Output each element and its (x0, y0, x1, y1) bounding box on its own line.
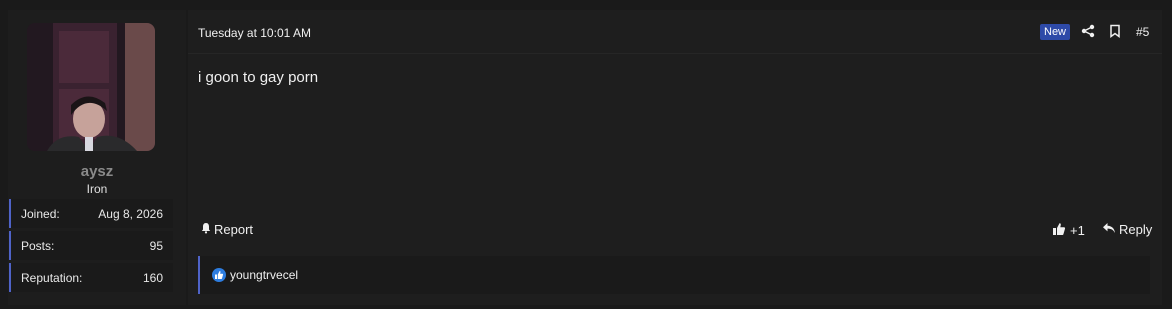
reply-label: Reply (1119, 222, 1153, 237)
username[interactable]: aysz (8, 163, 186, 180)
like-count: +1 (1070, 223, 1085, 238)
stat-label: Joined: (21, 207, 60, 221)
stat-value: 160 (142, 271, 163, 285)
avatar-image (27, 23, 155, 151)
thumbs-up-icon (1052, 222, 1066, 239)
report-label: Report (214, 222, 254, 237)
bell-icon (200, 222, 212, 237)
user-title: Iron (86, 182, 108, 196)
bookmark-icon[interactable] (1108, 24, 1124, 40)
post-header: Tuesday at 10:01 AM New #5 (188, 10, 1162, 54)
post-timestamp[interactable]: Tuesday at 10:01 AM (198, 26, 311, 40)
share-icon[interactable] (1081, 24, 1097, 40)
stat-joined: Joined: Aug 8, 2026 (9, 199, 173, 228)
report-button[interactable]: Report (200, 222, 253, 237)
post: aysz Iron Joined: Aug 8, 2026 Posts: 95 … (0, 0, 1172, 309)
reaction-user[interactable]: youngtrvecel (230, 268, 298, 282)
user-info-panel: aysz Iron Joined: Aug 8, 2026 Posts: 95 … (8, 10, 186, 305)
like-reaction-icon (212, 268, 226, 282)
stat-posts: Posts: 95 (9, 231, 173, 260)
reactions-bar[interactable]: youngtrvecel (198, 256, 1150, 294)
new-badge: New (1040, 24, 1071, 40)
reply-icon (1102, 222, 1116, 237)
stat-value: Aug 8, 2026 (98, 207, 163, 221)
stat-label: Posts: (21, 239, 55, 253)
stat-reputation: Reputation: 160 (9, 263, 173, 292)
stat-value: 95 (149, 239, 163, 253)
reply-button[interactable]: Reply (1102, 222, 1152, 237)
post-body: i goon to gay porn (198, 69, 319, 86)
post-main: Tuesday at 10:01 AM New #5 i goon to gay… (188, 10, 1162, 305)
avatar[interactable] (27, 23, 155, 151)
stat-label: Reputation: (21, 271, 83, 285)
like-button[interactable]: +1 (1052, 222, 1085, 239)
post-number-link[interactable]: #5 (1136, 25, 1149, 39)
